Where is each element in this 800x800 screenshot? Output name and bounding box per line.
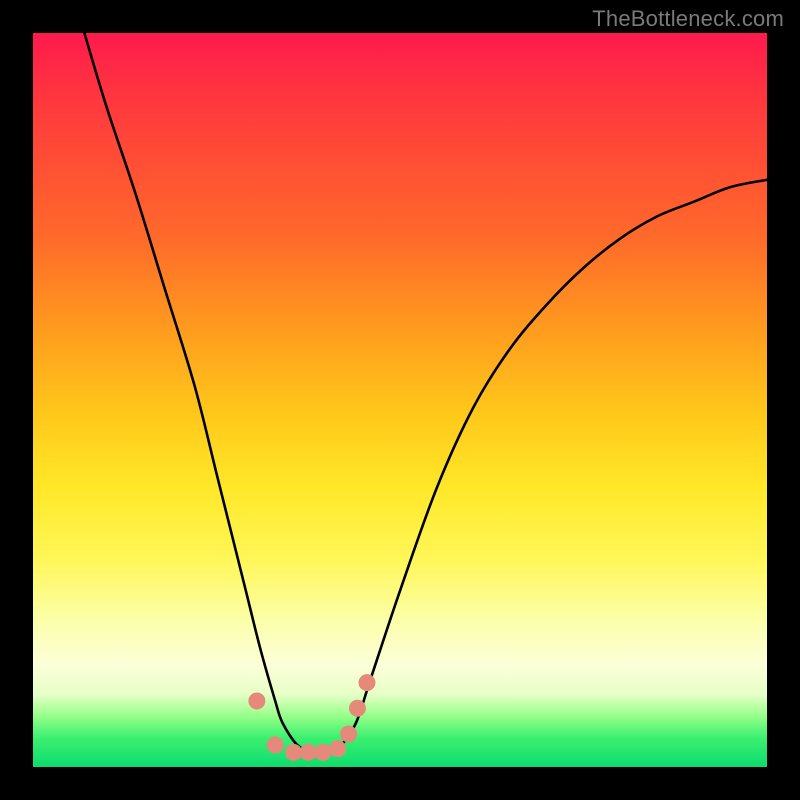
chart-svg (33, 33, 767, 767)
marker-dot (340, 725, 357, 742)
plot-area (33, 33, 767, 767)
marker-dot (285, 744, 302, 761)
marker-dot (329, 740, 346, 757)
outer-frame: TheBottleneck.com (0, 0, 800, 800)
watermark-text: TheBottleneck.com (592, 6, 784, 32)
marker-dot (349, 700, 366, 717)
marker-dot (248, 692, 265, 709)
marker-dot (314, 744, 331, 761)
marker-dot (358, 674, 375, 691)
marker-dot (300, 744, 317, 761)
bottleneck-curve (84, 33, 767, 753)
marker-dot (267, 736, 284, 753)
curve-layer (84, 33, 767, 753)
points-layer (248, 674, 375, 761)
